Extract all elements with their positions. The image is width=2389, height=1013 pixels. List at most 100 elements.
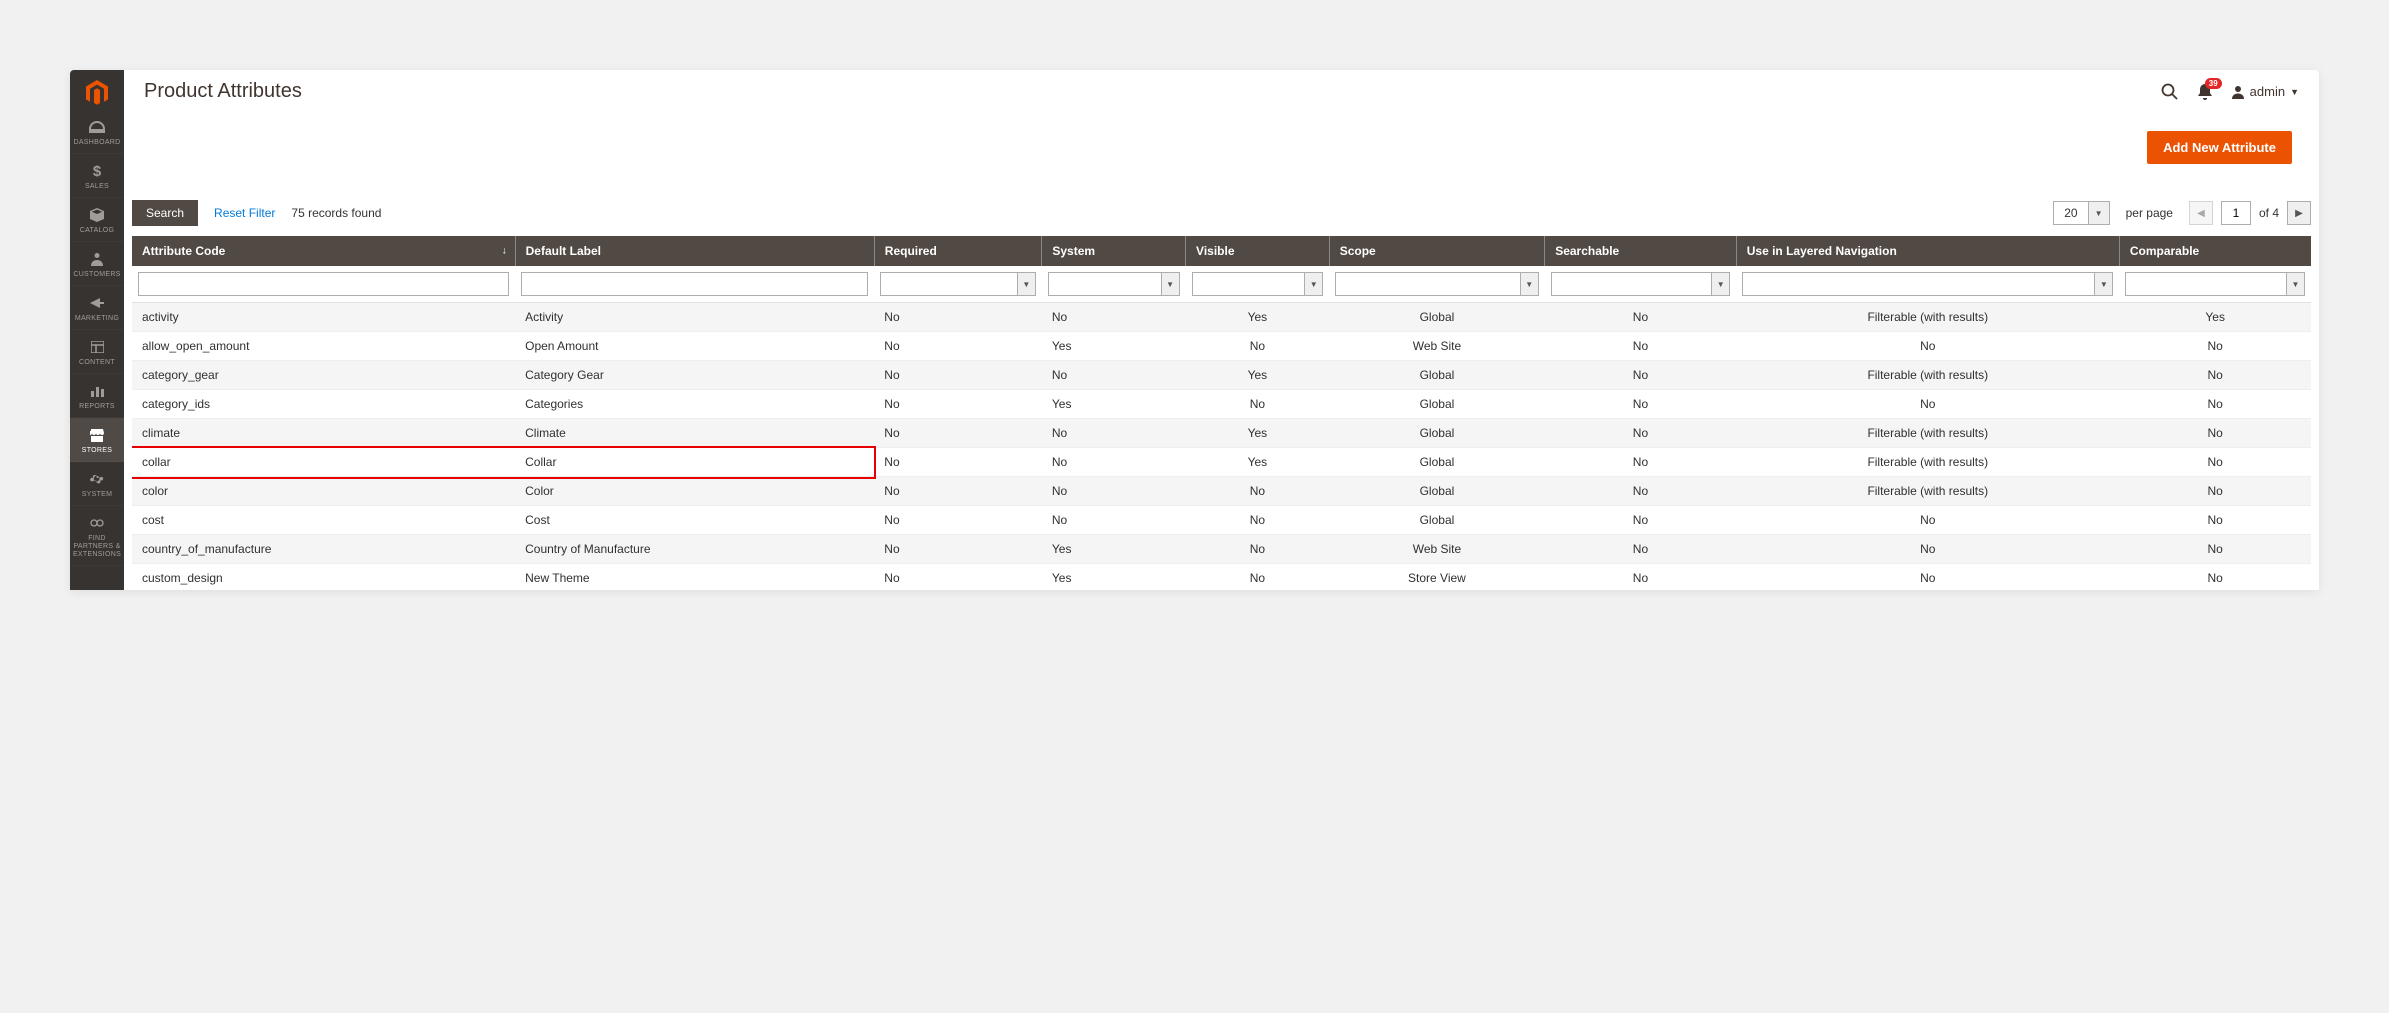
filter-searchable[interactable]: ▼ [1551, 272, 1731, 296]
col-layered[interactable]: Use in Layered Navigation [1736, 236, 2119, 266]
nav-system[interactable]: SYSTEM [70, 462, 124, 506]
nav-label: SALES [85, 183, 109, 191]
cell-required: No [874, 419, 1042, 448]
table-row[interactable]: activityActivityNoNoYesGlobalNoFilterabl… [132, 303, 2311, 332]
table-row[interactable]: climateClimateNoNoYesGlobalNoFilterable … [132, 419, 2311, 448]
add-new-attribute-button[interactable]: Add New Attribute [2147, 131, 2292, 164]
col-comparable[interactable]: Comparable [2119, 236, 2311, 266]
page-input[interactable] [2221, 201, 2251, 225]
page-title: Product Attributes [144, 80, 2161, 103]
logo[interactable] [70, 70, 124, 110]
cell-scope: Global [1329, 506, 1545, 535]
cell-scope: Global [1329, 477, 1545, 506]
nav-dashboard[interactable]: DASHBOARD [70, 110, 124, 154]
cell-code: country_of_manufacture [132, 535, 515, 564]
page-of: of 4 [2259, 206, 2279, 220]
per-page-select[interactable]: 20 ▼ [2053, 201, 2109, 225]
nav-partners[interactable]: FIND PARTNERS & EXTENSIONS [70, 506, 124, 566]
cell-searchable: No [1545, 448, 1737, 477]
cell-comparable: No [2119, 477, 2311, 506]
cell-comparable: No [2119, 419, 2311, 448]
chevron-down-icon: ▼ [2094, 273, 2112, 295]
chevron-down-icon: ▼ [2089, 202, 2109, 224]
bars-icon [91, 382, 104, 400]
nav-sales[interactable]: $ SALES [70, 154, 124, 198]
cell-visible: No [1186, 535, 1330, 564]
cell-system: Yes [1042, 390, 1186, 419]
store-icon [90, 426, 104, 444]
gauge-icon [89, 118, 105, 136]
filter-default-label[interactable] [521, 272, 868, 296]
table-row[interactable]: country_of_manufactureCountry of Manufac… [132, 535, 2311, 564]
table-row[interactable]: colorColorNoNoNoGlobalNoFilterable (with… [132, 477, 2311, 506]
cell-scope: Global [1329, 448, 1545, 477]
cell-label: New Theme [515, 564, 874, 591]
notifications-button[interactable]: 39 [2197, 83, 2213, 101]
nav-customers[interactable]: CUSTOMERS [70, 242, 124, 286]
nav-label: FIND PARTNERS & EXTENSIONS [72, 535, 122, 559]
cell-visible: Yes [1186, 361, 1330, 390]
filter-attribute-code[interactable] [138, 272, 509, 296]
chevron-down-icon: ▼ [1161, 273, 1179, 295]
cell-label: Open Amount [515, 332, 874, 361]
reset-filter-link[interactable]: Reset Filter [214, 206, 275, 220]
search-icon [2161, 83, 2179, 101]
search-button[interactable] [2161, 83, 2179, 101]
filter-layered[interactable]: ▼ [1742, 272, 2113, 296]
cell-comparable: Yes [2119, 303, 2311, 332]
next-page-button[interactable]: ▶ [2287, 201, 2311, 225]
cell-code: collar [132, 448, 515, 477]
col-system[interactable]: System [1042, 236, 1186, 266]
main: Product Attributes 39 admin ▼ Add New At… [124, 70, 2319, 590]
table-row[interactable]: costCostNoNoNoGlobalNoNoNo [132, 506, 2311, 535]
prev-page-button[interactable]: ◀ [2189, 201, 2213, 225]
col-attribute-code[interactable]: Attribute Code↓ [132, 236, 515, 266]
cell-required: No [874, 506, 1042, 535]
nav-marketing[interactable]: MARKETING [70, 286, 124, 330]
chevron-down-icon: ▼ [1304, 273, 1322, 295]
cell-comparable: No [2119, 535, 2311, 564]
filter-required[interactable]: ▼ [880, 272, 1036, 296]
col-searchable[interactable]: Searchable [1545, 236, 1737, 266]
cell-system: Yes [1042, 332, 1186, 361]
cell-code: category_gear [132, 361, 515, 390]
cell-visible: Yes [1186, 303, 1330, 332]
filter-comparable[interactable]: ▼ [2125, 272, 2305, 296]
cell-code: color [132, 477, 515, 506]
chevron-down-icon: ▼ [1017, 273, 1035, 295]
col-visible[interactable]: Visible [1186, 236, 1330, 266]
search-button[interactable]: Search [132, 200, 198, 226]
per-page-value: 20 [2054, 202, 2088, 224]
nav-label: STORES [82, 447, 112, 455]
cell-comparable: No [2119, 448, 2311, 477]
cell-scope: Global [1329, 303, 1545, 332]
nav-content[interactable]: CONTENT [70, 330, 124, 374]
cell-scope: Web Site [1329, 535, 1545, 564]
nav-stores[interactable]: STORES [70, 418, 124, 462]
nav-label: CONTENT [79, 359, 115, 367]
filter-system[interactable]: ▼ [1048, 272, 1180, 296]
cell-code: activity [132, 303, 515, 332]
user-menu[interactable]: admin ▼ [2231, 84, 2299, 99]
nav-label: SYSTEM [82, 491, 113, 499]
cell-system: No [1042, 448, 1186, 477]
nav-reports[interactable]: REPORTS [70, 374, 124, 418]
cell-scope: Global [1329, 390, 1545, 419]
table-row[interactable]: collarCollarNoNoYesGlobalNoFilterable (w… [132, 448, 2311, 477]
col-scope[interactable]: Scope [1329, 236, 1545, 266]
table-row[interactable]: category_gearCategory GearNoNoYesGlobalN… [132, 361, 2311, 390]
app-root: DASHBOARD $ SALES CATALOG CUSTOMERS MARK… [70, 70, 2319, 590]
cell-system: Yes [1042, 564, 1186, 591]
filter-scope[interactable]: ▼ [1335, 272, 1539, 296]
cell-layered: No [1736, 506, 2119, 535]
table-row[interactable]: category_idsCategoriesNoYesNoGlobalNoNoN… [132, 390, 2311, 419]
cell-layered: Filterable (with results) [1736, 303, 2119, 332]
table-row[interactable]: allow_open_amountOpen AmountNoYesNoWeb S… [132, 332, 2311, 361]
nav-catalog[interactable]: CATALOG [70, 198, 124, 242]
col-required[interactable]: Required [874, 236, 1042, 266]
action-bar: Add New Attribute [131, 107, 2312, 186]
cell-system: No [1042, 303, 1186, 332]
table-row[interactable]: custom_designNew ThemeNoYesNoStore ViewN… [132, 564, 2311, 591]
filter-visible[interactable]: ▼ [1192, 272, 1324, 296]
col-default-label[interactable]: Default Label [515, 236, 874, 266]
